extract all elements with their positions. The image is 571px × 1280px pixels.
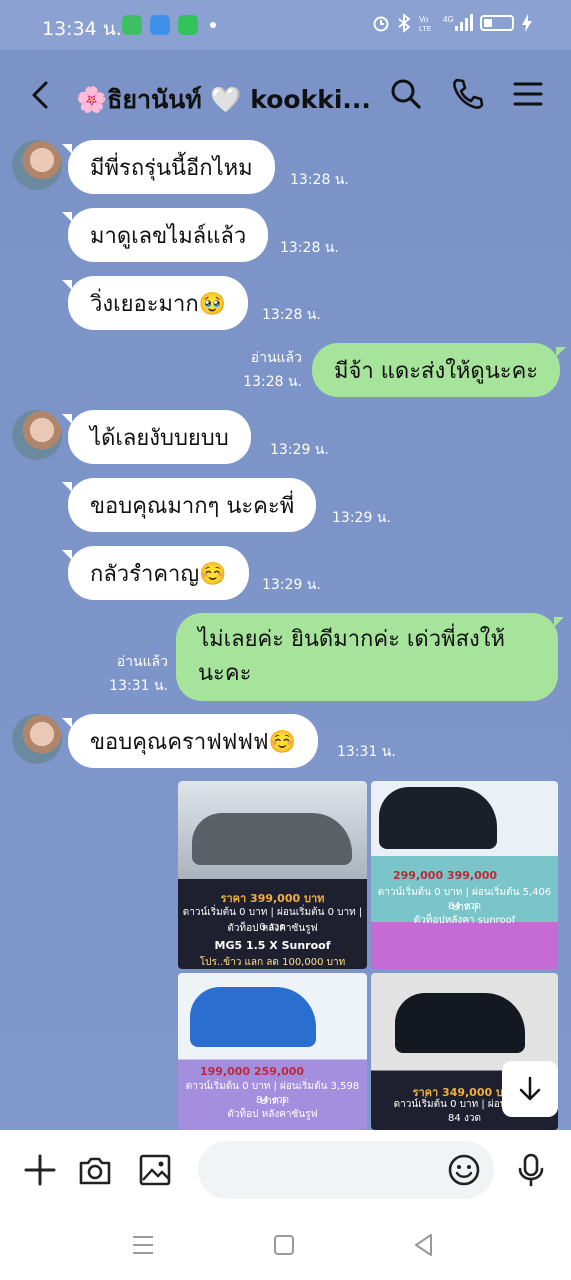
notification-icons xyxy=(122,15,216,35)
message-bubble[interactable]: วิ่งเยอะมาก🥹 xyxy=(61,276,249,330)
line-notification-icon xyxy=(178,15,198,35)
image-icon[interactable] xyxy=(137,1152,173,1188)
message-text: ขอบคุณคราฟฟฟฟ☺️ xyxy=(90,729,296,755)
back-arrow-icon[interactable] xyxy=(24,78,58,112)
photo-price: 199,000 259,000 xyxy=(200,1065,305,1078)
avatar[interactable] xyxy=(12,714,62,764)
message-bubble[interactable]: มีจ้า แดะส่งให้ดูนะคะ xyxy=(312,343,567,397)
car-image xyxy=(395,993,525,1053)
avatar[interactable] xyxy=(12,140,62,190)
car-photo[interactable]: ราคา 399,000 บาท ดาวน์เริ่มต้น 0 บาท | ผ… xyxy=(178,781,367,969)
car-image xyxy=(192,813,352,865)
signal-icon: 4G xyxy=(443,14,473,31)
phone-icon[interactable] xyxy=(449,76,485,112)
message-bubble[interactable]: มีพี่รถรุ่นนี้อีกไหม xyxy=(62,140,275,194)
more-notifications-dot xyxy=(210,22,216,28)
message-bubble[interactable]: มาดูเลขไมล์แล้ว xyxy=(61,208,269,262)
chat-area[interactable]: มีพี่รถรุ่นนี้อีกไหม 13:28 น. มาดูเลขไมล… xyxy=(0,140,571,1130)
message-time: 13:31 น. xyxy=(337,744,396,760)
recent-apps-icon[interactable] xyxy=(130,1232,156,1258)
car-image xyxy=(190,987,316,1047)
message-bubble[interactable]: กลัวรำคาญ☺️ xyxy=(62,546,249,600)
message-time: 13:29 น. xyxy=(270,442,329,458)
message-bubble[interactable]: ขอบคุณมากๆ นะคะพี่ xyxy=(61,478,317,532)
chat-title[interactable]: 🌸ธิยานันท์ 🤍 kookki... xyxy=(76,80,371,120)
message-bubble[interactable]: ได้เลยงับบยบบ xyxy=(62,410,251,464)
message-text: มีพี่รถรุ่นนี้อีกไหม xyxy=(90,155,253,181)
battery-icon xyxy=(480,15,514,31)
car-image xyxy=(379,787,497,849)
message-time: 13:28 น. xyxy=(280,240,339,256)
plus-icon[interactable] xyxy=(22,1152,58,1188)
status-time: 13:34 น. xyxy=(42,18,122,40)
car-photo[interactable]: 199,000 259,000 ดาวน์เริ่มต้น 0 บาท | ผ่… xyxy=(178,973,367,1130)
photo-text: 84 งวด xyxy=(256,1095,289,1106)
message-text: มีจ้า แดะส่งให้ดูนะคะ xyxy=(334,358,539,384)
message-time: 13:29 น. xyxy=(332,510,391,526)
message-text: นะคะ xyxy=(198,661,252,686)
menu-icon[interactable] xyxy=(510,76,546,112)
message-time: 13:28 น. xyxy=(290,172,349,188)
message-input-bar xyxy=(0,1130,571,1210)
photo-text: 84 งวด xyxy=(448,901,481,912)
photo-promo: โปร..ข้าว แลก ลด 100,000 บาท xyxy=(199,957,346,968)
alarm-icon xyxy=(373,16,389,32)
status-bar: 13:34 น. Vo LTE 4G xyxy=(0,0,571,50)
photo-text: ตัวท็อปหลังคา sunroof xyxy=(413,915,516,926)
back-nav-icon[interactable] xyxy=(411,1232,437,1258)
bluetooth-icon xyxy=(398,13,411,33)
home-icon[interactable] xyxy=(271,1232,297,1258)
app-notification-icon xyxy=(150,15,170,35)
scroll-to-bottom-button[interactable] xyxy=(502,1061,558,1117)
message-time: 13:28 น. xyxy=(243,374,302,390)
read-receipt: อ่านแล้ว xyxy=(116,654,168,670)
svg-text:4G: 4G xyxy=(443,15,454,24)
chat-header: 🌸ธิยานันท์ 🤍 kookki... xyxy=(0,50,571,140)
message-text: ไม่เลยค่ะ ยินดีมากค่ะ เด่วพี่สงให้ xyxy=(198,627,505,652)
microphone-icon[interactable] xyxy=(513,1152,549,1188)
app-notification-icon xyxy=(122,15,142,35)
svg-text:LTE: LTE xyxy=(419,26,432,33)
search-icon[interactable] xyxy=(388,76,424,112)
message-time: 13:31 น. xyxy=(109,678,168,694)
photo-price: 299,000 399,000 xyxy=(393,869,498,882)
arrow-down-icon xyxy=(519,1076,541,1101)
photo-model: MG5 1.5 X Sunroof xyxy=(214,939,331,952)
message-text: วิ่งเยอะมาก🥹 xyxy=(90,291,227,317)
car-photo[interactable]: 299,000 399,000 ดาวน์เริ่มต้น 0 บาท | ผ่… xyxy=(371,781,558,969)
emoji-icon[interactable] xyxy=(446,1152,482,1188)
message-bubble[interactable]: ไม่เลยค่ะ ยินดีมากค่ะ เด่วพี่สงให้ นะคะ xyxy=(176,613,564,701)
message-time: 13:29 น. xyxy=(262,577,321,593)
avatar[interactable] xyxy=(12,410,62,460)
svg-text:Vo: Vo xyxy=(419,15,429,24)
photo-text: ตัวท็อป หลังคาซันรูฟ xyxy=(227,1109,318,1120)
message-text: มาดูเลขไมล์แล้ว xyxy=(90,223,247,249)
message-text: ขอบคุณมากๆ นะคะพี่ xyxy=(90,493,295,519)
message-time: 13:28 น. xyxy=(262,307,321,323)
system-icons: Vo LTE 4G xyxy=(372,13,533,33)
volte-icon: Vo LTE xyxy=(419,15,432,33)
read-receipt: อ่านแล้ว xyxy=(250,350,302,366)
camera-icon[interactable] xyxy=(77,1152,113,1188)
message-text: กลัวรำคาญ☺️ xyxy=(90,561,227,587)
photo-text: ตัวท็อป หลังคาซันรูฟ xyxy=(227,923,318,934)
message-text: ได้เลยงับบยบบ xyxy=(90,425,229,451)
message-bubble[interactable]: ขอบคุณคราฟฟฟฟ☺️ xyxy=(62,714,318,768)
charging-icon xyxy=(522,14,532,32)
system-nav-bar xyxy=(0,1210,571,1280)
